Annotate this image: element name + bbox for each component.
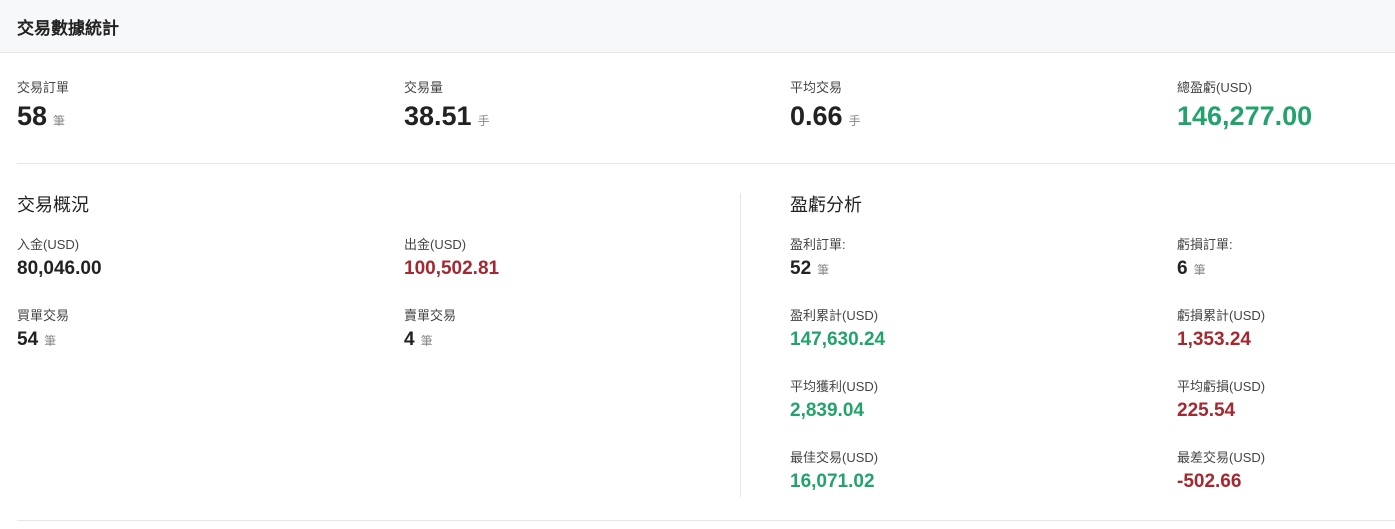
bottom-divider xyxy=(17,520,1395,521)
stat-value: 38.51 xyxy=(404,101,472,131)
loss-total-item: 虧損累計(USD) 1,353.24 xyxy=(1177,308,1265,352)
pnl-analysis-title: 盈虧分析 xyxy=(790,195,862,215)
stat-label: 平均交易 xyxy=(790,80,843,95)
item-unit: 筆 xyxy=(817,263,830,277)
loss-orders-item: 虧損訂單: 6 筆 xyxy=(1177,237,1233,281)
item-label: 入金(USD) xyxy=(17,237,80,252)
stat-total-pnl: 總盈虧(USD) 146,277.00 xyxy=(1177,80,1312,132)
item-value: 100,502.81 xyxy=(404,258,500,279)
overview-title: 交易概況 xyxy=(17,195,89,215)
stat-value: 146,277.00 xyxy=(1177,101,1313,131)
deposit-item: 入金(USD) 80,046.00 xyxy=(17,237,102,281)
item-label: 盈利累計(USD) xyxy=(790,308,879,323)
section-divider xyxy=(740,193,741,497)
stat-value: 0.66 xyxy=(790,101,843,131)
worst-trade-item: 最差交易(USD) -502.66 xyxy=(1177,450,1265,494)
item-value: 4 xyxy=(404,329,415,350)
item-value: 6 xyxy=(1177,258,1188,279)
profit-orders-item: 盈利訂單: 52 筆 xyxy=(790,237,846,281)
item-label: 賣單交易 xyxy=(404,308,457,323)
item-label: 出金(USD) xyxy=(404,237,467,252)
item-label: 平均獲利(USD) xyxy=(790,379,879,394)
item-label: 盈利訂單: xyxy=(790,237,846,252)
best-trade-item: 最佳交易(USD) 16,071.02 xyxy=(790,450,878,494)
stat-trade-orders: 交易訂單 58 筆 xyxy=(17,80,69,132)
item-value: 147,630.24 xyxy=(790,329,886,350)
page-title: 交易數據統計 xyxy=(17,18,119,38)
profit-total-item: 盈利累計(USD) 147,630.24 xyxy=(790,308,885,352)
buy-trades-item: 買單交易 54 筆 xyxy=(17,308,69,352)
item-label: 平均虧損(USD) xyxy=(1177,379,1266,394)
item-label: 虧損訂單: xyxy=(1177,237,1233,252)
item-unit: 筆 xyxy=(44,334,57,348)
item-value: 80,046.00 xyxy=(17,258,102,279)
summary-stats: 交易訂單 58 筆 交易量 38.51 手 平均交易 0.66 手 總盈虧(US… xyxy=(17,54,1395,164)
stat-label: 交易訂單 xyxy=(17,80,70,95)
sell-trades-item: 賣單交易 4 筆 xyxy=(404,308,456,352)
item-label: 最差交易(USD) xyxy=(1177,450,1266,465)
stat-label: 總盈虧(USD) xyxy=(1177,80,1253,95)
item-value: 52 xyxy=(790,258,812,279)
stat-value: 58 xyxy=(17,101,48,131)
stat-trade-volume: 交易量 38.51 手 xyxy=(404,80,490,132)
item-unit: 筆 xyxy=(420,334,433,348)
item-value: 1,353.24 xyxy=(1177,329,1251,350)
item-value: -502.66 xyxy=(1177,471,1242,492)
stat-unit: 手 xyxy=(848,114,861,128)
item-value: 2,839.04 xyxy=(790,400,864,421)
item-value: 225.54 xyxy=(1177,400,1236,421)
item-value: 16,071.02 xyxy=(790,471,875,492)
item-label: 最佳交易(USD) xyxy=(790,450,879,465)
stat-unit: 筆 xyxy=(53,114,66,128)
item-label: 買單交易 xyxy=(17,308,70,323)
stat-average-trade: 平均交易 0.66 手 xyxy=(790,80,861,132)
item-label: 虧損累計(USD) xyxy=(1177,308,1266,323)
avg-profit-item: 平均獲利(USD) 2,839.04 xyxy=(790,379,878,423)
avg-loss-item: 平均虧損(USD) 225.54 xyxy=(1177,379,1265,423)
item-unit: 筆 xyxy=(1193,263,1206,277)
stat-unit: 手 xyxy=(477,114,490,128)
page-header: 交易數據統計 xyxy=(0,0,1395,53)
withdrawal-item: 出金(USD) 100,502.81 xyxy=(404,237,499,281)
stat-label: 交易量 xyxy=(404,80,444,95)
item-value: 54 xyxy=(17,329,39,350)
